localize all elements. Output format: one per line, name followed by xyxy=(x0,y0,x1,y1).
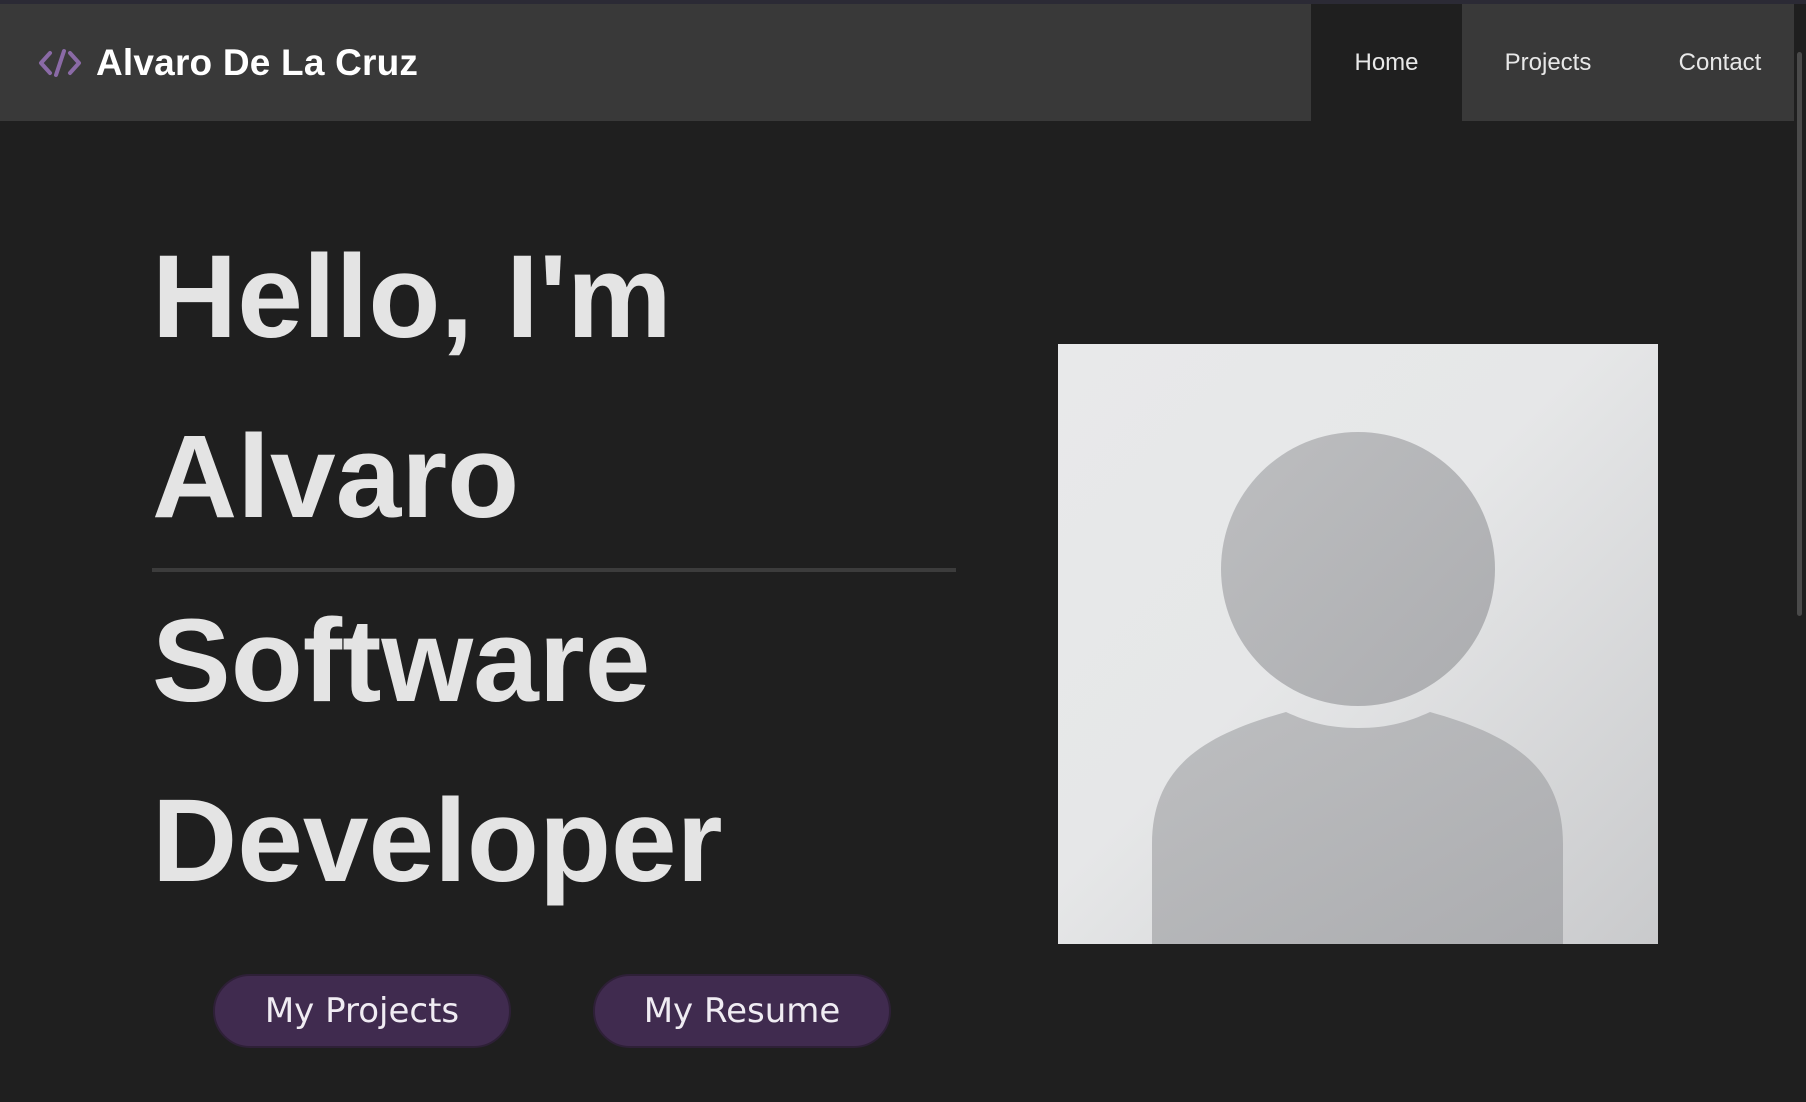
nav-item-projects[interactable]: Projects xyxy=(1462,4,1634,121)
my-resume-button[interactable]: My Resume xyxy=(593,974,891,1048)
nav-item-home[interactable]: Home xyxy=(1311,4,1462,121)
hero-name: Alvaro xyxy=(152,411,520,543)
scrollbar[interactable] xyxy=(1794,4,1806,1102)
my-projects-button[interactable]: My Projects xyxy=(213,974,511,1048)
brand-name: Alvaro De La Cruz xyxy=(96,41,419,83)
brand[interactable]: Alvaro De La Cruz xyxy=(38,4,418,121)
nav-links: Home Projects Contact xyxy=(1311,4,1806,121)
hero-divider xyxy=(152,568,956,572)
code-icon xyxy=(38,48,82,78)
hero-role-line2: Developer xyxy=(152,775,723,907)
hero-greeting: Hello, I'm xyxy=(152,231,672,363)
profile-avatar xyxy=(1058,344,1658,944)
navbar: Alvaro De La Cruz Home Projects Contact xyxy=(0,4,1806,121)
nav-item-contact[interactable]: Contact xyxy=(1634,4,1806,121)
scrollbar-thumb[interactable] xyxy=(1797,52,1802,616)
user-placeholder-icon xyxy=(1152,432,1563,944)
hero-role-line1: Software xyxy=(152,595,651,727)
